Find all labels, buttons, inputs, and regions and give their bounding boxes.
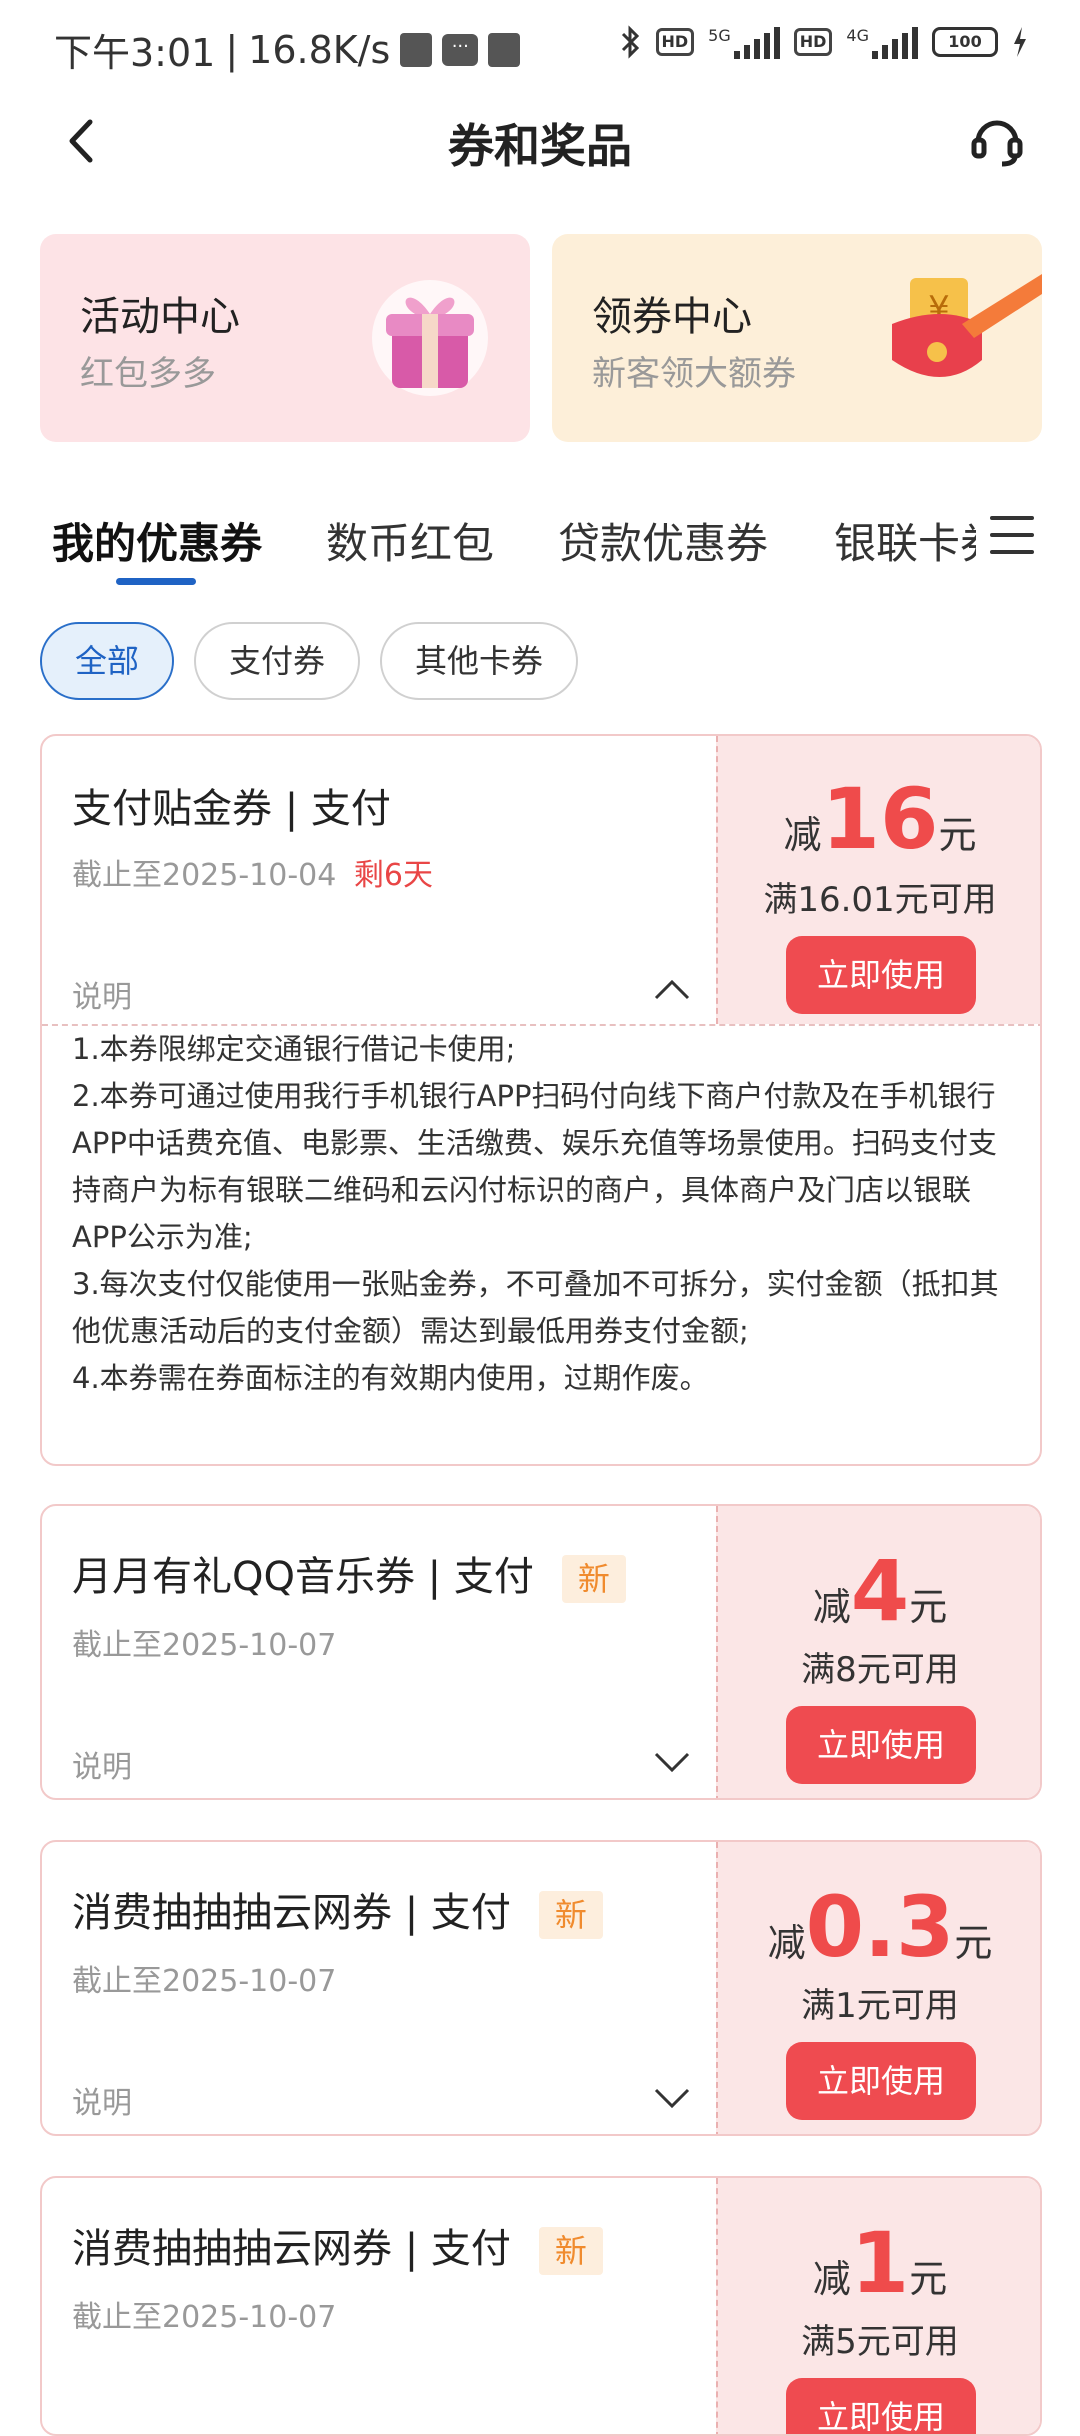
coupon-amount-panel: 减4元 满8元可用 立即使用 [716, 1506, 1040, 1798]
chevron-down-icon[interactable] [652, 1750, 692, 1774]
battery-icon: 100 [932, 27, 998, 57]
charging-icon [1014, 27, 1026, 57]
filter-other-coupons[interactable]: 其他卡券 [380, 622, 578, 700]
amount-prefix: 减 [812, 1585, 851, 1629]
tab-unionpay-coupons[interactable]: 银联卡券 [834, 510, 976, 571]
coupon-amount-panel: 减16元 满16.01元可用 立即使用 [716, 736, 1040, 1024]
coupon-title: 消费抽抽抽云网券 | 支付新 [72, 1880, 603, 1939]
amount-value: 0.3 [805, 1878, 955, 1976]
coupon-condition: 满5元可用 [801, 2322, 959, 2362]
use-now-button[interactable]: 立即使用 [786, 2378, 976, 2434]
filter-all[interactable]: 全部 [40, 622, 174, 700]
coupon-amount: 减1元 [718, 2214, 1040, 2312]
coupon-card: 减16元 满16.01元可用 立即使用 支付贴金券 | 支付 截止至2025-1… [40, 734, 1042, 1466]
coupon-description-toggle[interactable]: 说明 [72, 2078, 132, 2122]
status-bar: 下午3:01 | 16.8K/s ··· HD 5G HD 4G 100 [0, 0, 1080, 96]
card-title: 活动中心 [80, 294, 240, 340]
chevron-down-icon[interactable] [652, 2086, 692, 2110]
amount-prefix: 减 [767, 1921, 806, 1965]
coupon-amount-panel: 减0.3元 满1元可用 立即使用 [716, 1842, 1040, 2134]
filter-payment-coupons[interactable]: 支付券 [194, 622, 360, 700]
coupon-title: 月月有礼QQ音乐券 | 支付新 [72, 1544, 626, 1603]
signal-4g-icon: 4G [846, 26, 918, 59]
amount-value: 1 [850, 2214, 910, 2312]
coupon-card: 减1元 满5元可用 立即使用 消费抽抽抽云网券 | 支付新 截止至2025-10… [40, 2176, 1042, 2436]
amount-prefix: 减 [812, 2257, 851, 2301]
gift-box-icon [372, 280, 488, 396]
status-divider: | [225, 27, 239, 72]
new-badge: 新 [561, 1555, 626, 1603]
amount-value: 16 [821, 770, 939, 868]
deadline-text: 截止至2025-10-04 [72, 858, 337, 893]
headset-icon[interactable] [970, 112, 1024, 168]
status-left: 下午3:01 | 16.8K/s ··· [54, 22, 521, 77]
amount-unit: 元 [909, 1585, 948, 1629]
card-subtitle: 红包多多 [80, 354, 216, 394]
bluetooth-icon [621, 25, 639, 59]
tab-unionpay-label: 银联卡券 [834, 519, 976, 568]
new-badge: 新 [538, 1891, 603, 1939]
notification-icon [400, 32, 433, 67]
coupon-deadline: 截止至2025-10-07 [72, 1628, 337, 1663]
coupon-amount-panel: 减1元 满5元可用 立即使用 [716, 2178, 1040, 2434]
use-now-button[interactable]: 立即使用 [786, 936, 976, 1014]
coupon-description-toggle[interactable]: 说明 [72, 1742, 132, 1786]
card-title-2: 领券中心 [592, 294, 752, 340]
coupon-title: 支付贴金券 | 支付 [72, 786, 391, 832]
coupon-deadline: 截止至2025-10-04 剩6天 [72, 850, 433, 894]
hd-badge: HD [655, 28, 695, 56]
coupon-condition: 满8元可用 [801, 1650, 959, 1690]
red-envelope-icon: ¥ [892, 274, 1042, 377]
use-now-button[interactable]: 立即使用 [786, 2042, 976, 2120]
coupon-condition: 满16.01元可用 [763, 880, 997, 920]
coupon-amount: 减0.3元 [718, 1878, 1040, 1976]
tab-my-coupons[interactable]: 我的优惠券 [52, 510, 262, 571]
coupon-deadline: 截止至2025-10-07 [72, 1964, 337, 1999]
chevron-up-icon[interactable] [652, 978, 692, 1002]
coupon-title-text: 月月有礼QQ音乐券 | 支付 [72, 1554, 534, 1600]
rule-item: 3.每次支付仅能使用一张贴金券，不可叠加不可拆分，实付金额（抵扣其他优惠活动后的… [72, 1267, 999, 1348]
coupon-center-card[interactable]: 领券中心 新客领大额券 ¥ [552, 234, 1042, 442]
coupon-title-text: 消费抽抽抽云网券 | 支付 [72, 2226, 511, 2272]
amount-unit: 元 [954, 1921, 993, 1965]
new-badge: 新 [538, 2227, 603, 2275]
status-right: HD 5G HD 4G 100 [620, 24, 1029, 60]
rule-item: 2.本券可通过使用我行手机银行APP扫码付向线下商户付款及在手机银行APP中话费… [72, 1079, 997, 1254]
network-type-label: 5G [708, 25, 731, 45]
coupon-description-toggle[interactable]: 说明 [72, 972, 132, 1016]
coupon-title-text: 消费抽抽抽云网券 | 支付 [72, 1890, 511, 1936]
rule-item: 1.本券限绑定交通银行借记卡使用; [72, 1032, 516, 1066]
rule-item: 4.本券需在券面标注的有效期内使用，过期作废。 [72, 1361, 709, 1395]
tab-digital-red-envelope[interactable]: 数币红包 [326, 510, 494, 571]
status-time: 下午3:01 [54, 31, 216, 75]
amount-unit: 元 [938, 813, 977, 857]
tab-active-indicator [116, 578, 196, 585]
amount-prefix: 减 [783, 813, 822, 857]
coupon-amount: 减16元 [718, 770, 1040, 868]
network-speed: 16.8K/s [248, 27, 391, 72]
tab-loan-coupons[interactable]: 贷款优惠券 [558, 510, 768, 571]
coupon-title: 消费抽抽抽云网券 | 支付新 [72, 2216, 603, 2275]
coupon-rules: 1.本券限绑定交通银行借记卡使用; 2.本券可通过使用我行手机银行APP扫码付向… [72, 1026, 1022, 1402]
days-remaining: 剩6天 [353, 858, 433, 893]
use-now-button[interactable]: 立即使用 [786, 1706, 976, 1784]
coupon-condition: 满1元可用 [801, 1986, 959, 2026]
coupon-deadline: 截止至2025-10-07 [72, 2300, 337, 2335]
coupon-amount: 减4元 [718, 1542, 1040, 1640]
message-icon: ··· [442, 33, 479, 66]
activity-center-card[interactable]: 活动中心 红包多多 [40, 234, 530, 442]
amount-unit: 元 [909, 2257, 948, 2301]
app-notification-icon [488, 32, 521, 67]
hd-badge-2: HD [793, 28, 833, 56]
menu-icon[interactable] [990, 516, 1034, 560]
network-type-label-2: 4G [846, 25, 869, 45]
signal-5g-icon: 5G [708, 26, 780, 59]
coupon-card: 减0.3元 满1元可用 立即使用 消费抽抽抽云网券 | 支付新 截止至2025-… [40, 1840, 1042, 2136]
card-subtitle-2: 新客领大额券 [592, 354, 796, 394]
coupon-card: 减4元 满8元可用 立即使用 月月有礼QQ音乐券 | 支付新 截止至2025-1… [40, 1504, 1042, 1800]
page-title: 券和奖品 [448, 119, 632, 173]
amount-value: 4 [850, 1542, 910, 1640]
